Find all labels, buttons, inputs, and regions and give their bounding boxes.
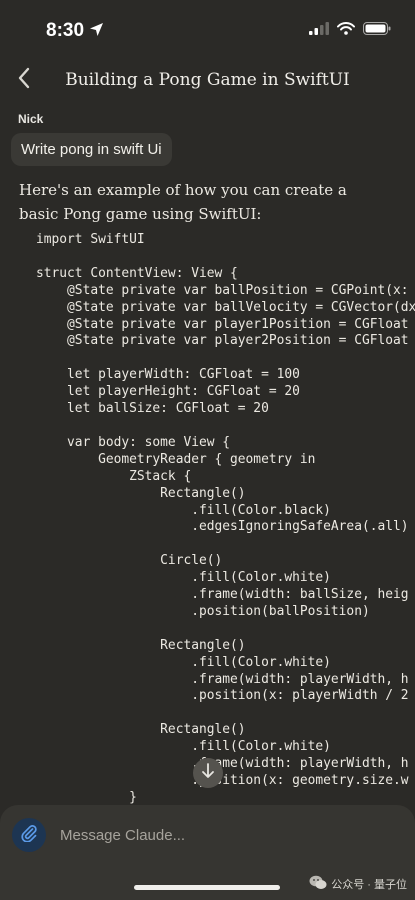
- code-line: struct ContentView: View {: [36, 265, 238, 281]
- message-input[interactable]: [58, 821, 362, 849]
- code-line: }: [36, 789, 137, 805]
- code-line: Rectangle(): [36, 722, 246, 738]
- code-line: let ballSize: CGFloat = 20: [36, 401, 269, 417]
- code-line: .fill(Color.white): [36, 739, 331, 755]
- cellular-signal-icon: [309, 22, 329, 40]
- code-block: import SwiftUI struct ContentView: View …: [36, 232, 415, 807]
- user-name: Nick: [18, 112, 44, 126]
- status-time: 8:30: [46, 20, 85, 41]
- arrow-down-icon: [201, 762, 215, 784]
- code-line: Rectangle(): [36, 637, 246, 653]
- code-line: GeometryReader { geometry in: [36, 451, 316, 467]
- attach-button[interactable]: [12, 818, 46, 852]
- code-line: .edgesIgnoringSafeArea(.all): [36, 519, 409, 535]
- conversation-title: Building a Pong Game in SwiftUI: [65, 70, 350, 90]
- home-indicator: [134, 885, 280, 890]
- status-bar: 8:30: [0, 0, 415, 58]
- code-line: .fill(Color.white): [36, 654, 331, 670]
- code-line: .frame(width: playerWidth, h: [36, 671, 409, 687]
- scroll-down-button[interactable]: [193, 758, 223, 788]
- code-line: import SwiftUI: [36, 232, 145, 247]
- assistant-intro-text: Here's an example of how you can create …: [19, 181, 347, 223]
- code-line: Rectangle(): [36, 485, 246, 501]
- nav-bar: Building a Pong Game in SwiftUI: [0, 62, 415, 102]
- code-line: @State private var ballPosition = CGPoin…: [36, 282, 409, 298]
- battery-icon: [363, 22, 391, 40]
- watermark: 公众号 · 量子位: [309, 875, 407, 893]
- code-line: let playerWidth: CGFloat = 100: [36, 367, 300, 383]
- location-arrow-icon: [89, 22, 104, 42]
- code-line: ZStack {: [36, 468, 192, 484]
- paperclip-icon: [20, 824, 38, 847]
- status-indicators: [309, 22, 391, 40]
- code-line: var body: some View {: [36, 434, 231, 450]
- user-message-bubble: Write pong in swift Ui: [11, 133, 172, 166]
- code-line: Circle(): [36, 553, 223, 569]
- wifi-icon: [337, 22, 355, 40]
- code-line: @State private var ballVelocity = CGVect…: [36, 299, 415, 315]
- code-line: .fill(Color.white): [36, 570, 331, 586]
- code-line: .position(x: playerWidth / 2: [36, 688, 409, 704]
- code-line: .frame(width: ballSize, heig: [36, 587, 409, 603]
- code-line: @State private var player1Position = CGF…: [36, 316, 409, 332]
- watermark-text: 公众号 · 量子位: [331, 879, 407, 891]
- code-line: @State private var player2Position = CGF…: [36, 333, 409, 349]
- wechat-icon: [309, 875, 327, 893]
- code-line: .fill(Color.black): [36, 502, 331, 518]
- code-line: let playerHeight: CGFloat = 20: [36, 384, 300, 400]
- code-line: .position(ballPosition): [36, 603, 370, 619]
